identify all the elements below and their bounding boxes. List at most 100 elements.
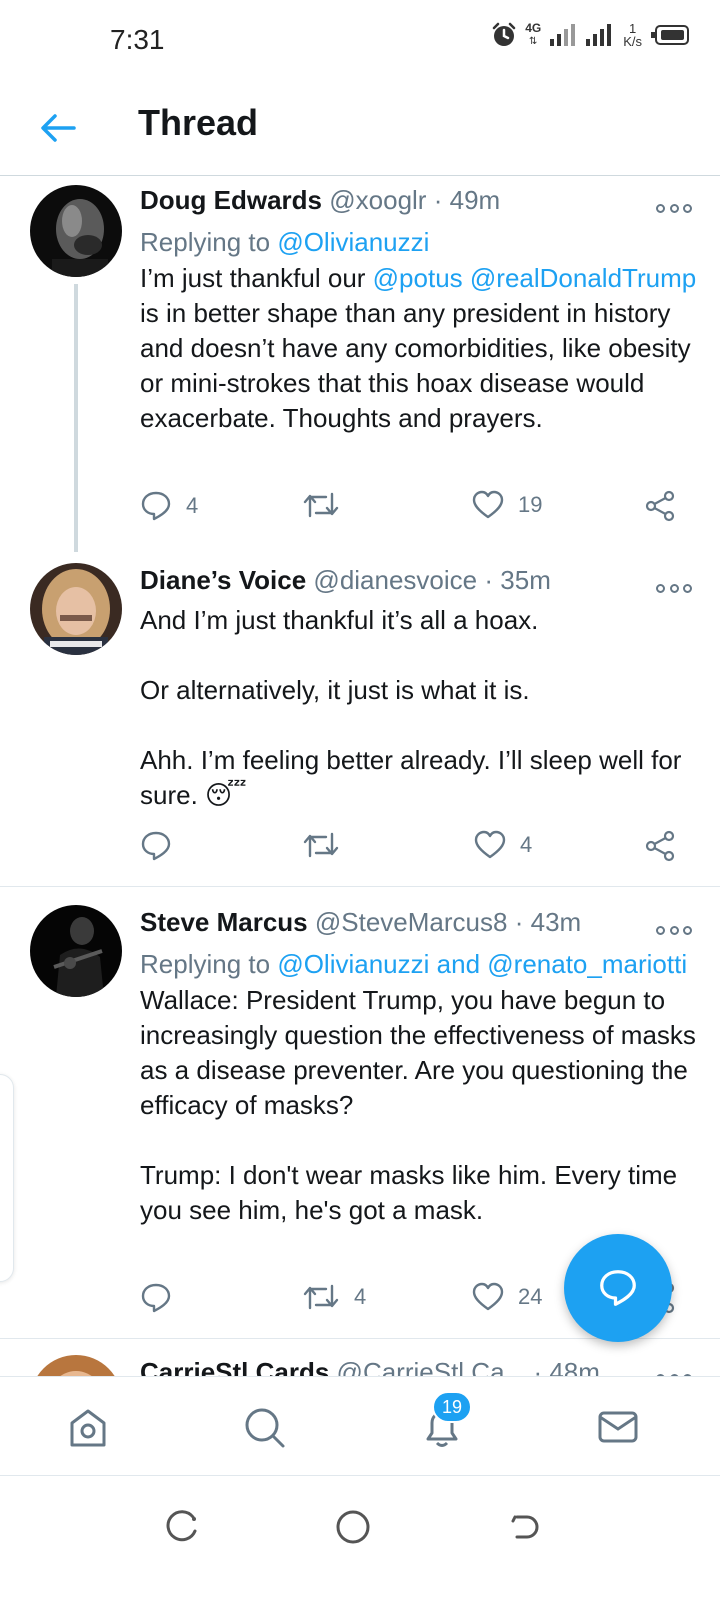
share-button[interactable] [644, 490, 676, 522]
recent-apps-button[interactable] [158, 1504, 204, 1550]
replying-to: Replying to @Olivianuzzi and @renato_mar… [140, 946, 700, 982]
heart-icon [474, 830, 506, 859]
reply-count: 4 [186, 493, 199, 518]
thread-connector-line [74, 284, 78, 552]
mention-link[interactable]: @realDonaldTrump [470, 263, 696, 293]
reply-button[interactable] [140, 830, 186, 862]
retweet-button[interactable]: 4 [302, 1282, 366, 1312]
replying-to-user[interactable]: @Olivianuzzi [277, 949, 429, 979]
avatar[interactable] [30, 563, 122, 655]
tweet-meta: Diane’s Voice @dianesvoice · 35m [140, 564, 700, 596]
author-handle: @CarrieStl Ca... [336, 1357, 527, 1376]
avatar[interactable] [30, 905, 122, 997]
network-type-label: 4G [525, 21, 542, 35]
text-segment [463, 263, 470, 293]
notification-badge: 19 [432, 1391, 472, 1423]
more-options-button[interactable] [656, 1366, 692, 1376]
like-button[interactable]: 24 [472, 1282, 542, 1312]
tweet-dianes-voice[interactable]: Diane’s Voice @dianesvoice · 35m And I’m… [0, 556, 720, 886]
meta-separator: · [533, 1357, 543, 1376]
signal-icon-1 [550, 24, 576, 46]
tweet-paragraph: And I’m just thankful it’s all a hoax. [140, 605, 539, 635]
share-icon [645, 830, 675, 862]
replying-to: Replying to @Olivianuzzi [140, 224, 700, 260]
back-button[interactable] [36, 106, 80, 150]
network-arrows-icon: ⇅ [529, 36, 538, 47]
author-name[interactable]: Doug Edwards [140, 185, 322, 215]
like-count: 19 [518, 492, 543, 517]
author-handle: @xooglr [329, 185, 427, 215]
tweet-time: 49m [449, 185, 501, 215]
more-options-button[interactable] [656, 918, 692, 942]
heart-icon [472, 490, 504, 519]
search-icon [245, 1408, 285, 1448]
tweet-text: And I’m just thankful it’s all a hoax. O… [140, 603, 700, 813]
replying-to-user[interactable]: @renato_mariotti [487, 949, 687, 979]
tweet-time: 35m [500, 565, 551, 595]
compose-reply-button[interactable] [564, 1234, 672, 1342]
like-button[interactable]: 19 [472, 490, 542, 520]
like-count: 4 [520, 832, 533, 857]
home-button[interactable] [330, 1504, 376, 1550]
system-navigation [0, 1476, 720, 1600]
heart-icon [472, 1282, 504, 1311]
meta-separator: · [433, 185, 443, 215]
tweet-paragraph: Trump: I don't wear masks like him. Ever… [140, 1160, 678, 1225]
tweet-paragraph: Wallace: President Trump, you have begun… [140, 985, 696, 1120]
nav-search[interactable] [240, 1403, 288, 1451]
tweet-time: 43m [530, 907, 582, 937]
recents-icon [166, 1510, 197, 1542]
mention-link[interactable]: @potus [373, 263, 463, 293]
avatar-photo [30, 563, 122, 655]
avatar-photo [30, 905, 122, 997]
tweet-meta: CarrieStl Cards @CarrieStl Ca... · 48m [140, 1356, 700, 1376]
nav-home[interactable] [64, 1403, 112, 1451]
battery-icon [651, 25, 689, 45]
network-type: 4G ⇅ [525, 22, 541, 48]
back-nav-button[interactable] [500, 1504, 546, 1550]
alarm-icon [492, 22, 516, 46]
text-segment: I’m just thankful our [140, 263, 373, 293]
tweet-text: Wallace: President Trump, you have begun… [140, 983, 700, 1228]
avatar-photo [30, 1355, 122, 1376]
retweet-icon [303, 1284, 339, 1310]
reply-icon [141, 1283, 171, 1313]
author-name[interactable]: Diane’s Voice [140, 565, 306, 595]
reply-bubble-icon [600, 1270, 636, 1306]
meta-separator: · [484, 565, 494, 595]
share-button[interactable] [644, 830, 676, 862]
reply-icon [141, 491, 171, 521]
nav-messages[interactable] [594, 1403, 642, 1451]
retweet-button[interactable] [302, 830, 354, 860]
reply-icon [141, 831, 171, 861]
author-name[interactable]: Steve Marcus [140, 907, 308, 937]
author-handle: @SteveMarcus8 [314, 907, 508, 937]
net-speed-unit: K/s [623, 34, 642, 49]
tweet-meta: Doug Edwards @xooglr · 49m [140, 184, 700, 216]
status-icons: 4G ⇅ 1 K/s [491, 22, 690, 48]
avatar-photo [30, 185, 122, 277]
avatar[interactable] [30, 185, 122, 277]
author-name[interactable]: CarrieStl Cards [140, 1357, 329, 1376]
reply-button[interactable]: 4 [140, 490, 198, 522]
author-handle: @dianesvoice [313, 565, 478, 595]
page-title: Thread [138, 102, 259, 143]
side-panel-edge[interactable] [0, 1074, 14, 1282]
retweet-button[interactable] [302, 490, 354, 520]
tweet-carriestl-cards[interactable]: CarrieStl Cards @CarrieStl Ca... · 48m [0, 1352, 720, 1376]
bottom-navigation: 19 [0, 1376, 720, 1476]
tweet-meta: Steve Marcus @SteveMarcus8 · 43m [140, 906, 700, 938]
net-speed: 1 K/s [623, 22, 642, 48]
replying-to-user[interactable]: @Olivianuzzi [277, 227, 429, 257]
avatar[interactable] [30, 1355, 122, 1376]
like-button[interactable]: 4 [474, 830, 532, 860]
more-options-button[interactable] [656, 576, 692, 600]
tweet-doug-edwards[interactable]: Doug Edwards @xooglr · 49m Replying to @… [0, 176, 720, 556]
replying-to-and: and [436, 949, 481, 979]
thread-header: Thread [0, 80, 720, 176]
status-bar: 7:31 4G ⇅ 1 K/s [0, 0, 720, 80]
more-options-button[interactable] [656, 196, 692, 220]
tweet-actions: 4 19 [140, 490, 690, 530]
text-segment: is in better shape than any president in… [140, 298, 691, 433]
reply-button[interactable] [140, 1282, 186, 1314]
